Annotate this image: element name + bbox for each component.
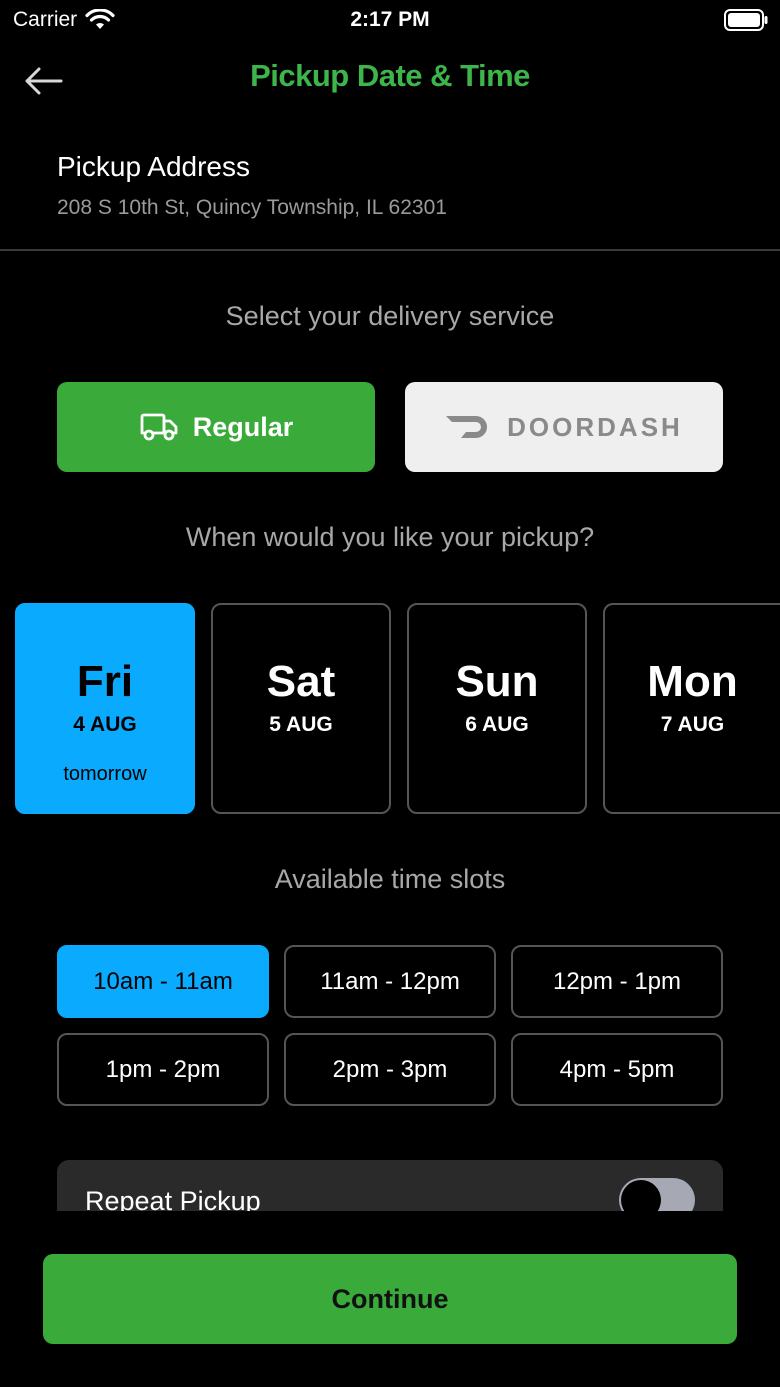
time-slot[interactable]: 4pm - 5pm: [511, 1033, 723, 1106]
service-regular-button[interactable]: Regular: [57, 382, 375, 472]
date-day: Mon: [647, 657, 738, 706]
status-time: 2:17 PM: [350, 8, 430, 31]
repeat-pickup-label: Repeat Pickup: [85, 1186, 261, 1211]
continue-button[interactable]: Continue: [43, 1254, 737, 1344]
time-slot[interactable]: 2pm - 3pm: [284, 1033, 496, 1106]
doordash-logo-icon: [446, 416, 488, 438]
pickup-screen: Carrier 2:17 PM Pickup Date & Time Picku…: [0, 0, 780, 1387]
page-title: Pickup Date & Time: [250, 58, 530, 93]
service-doordash-label: DOORDASH: [507, 411, 683, 442]
service-heading: Select your delivery service: [225, 301, 555, 331]
date-heading: When would you like your pickup?: [185, 522, 595, 552]
date-day: Sat: [266, 657, 336, 706]
date-date: 7 AUG: [660, 713, 725, 736]
toggle-knob: [621, 1180, 661, 1211]
status-bar: Carrier 2:17 PM: [0, 0, 780, 40]
service-doordash-button[interactable]: DOORDASH: [405, 382, 723, 472]
pickup-address-label: Pickup Address: [57, 151, 250, 182]
repeat-pickup-row: Repeat Pickup: [57, 1160, 723, 1211]
date-card-mon[interactable]: Mon 7 AUG: [603, 603, 780, 814]
date-day: Fri: [76, 657, 134, 706]
date-date: 6 AUG: [465, 713, 529, 736]
date-card-fri[interactable]: Fri 4 AUG tomorrow: [15, 603, 195, 814]
battery-icon: [724, 9, 768, 31]
date-card-sat[interactable]: Sat 5 AUG: [211, 603, 391, 814]
date-day: Sun: [455, 657, 539, 706]
truck-icon: [140, 413, 178, 441]
time-slot[interactable]: 10am - 11am: [57, 945, 269, 1018]
date-note: tomorrow: [63, 763, 147, 785]
repeat-pickup-toggle[interactable]: [619, 1178, 695, 1211]
date-date: 5 AUG: [269, 713, 333, 736]
date-card-sun[interactable]: Sun 6 AUG: [407, 603, 587, 814]
time-slot[interactable]: 1pm - 2pm: [57, 1033, 269, 1106]
pickup-address-value: 208 S 10th St, Quincy Township, IL 62301: [57, 196, 447, 219]
divider: [0, 249, 780, 251]
time-slot[interactable]: 12pm - 1pm: [511, 945, 723, 1018]
date-date: 4 AUG: [73, 713, 137, 736]
slots-heading: Available time slots: [274, 864, 506, 894]
repeat-pickup-panel: Repeat Pickup: [57, 1160, 723, 1211]
time-slot[interactable]: 11am - 12pm: [284, 945, 496, 1018]
service-regular-label: Regular: [192, 411, 294, 442]
